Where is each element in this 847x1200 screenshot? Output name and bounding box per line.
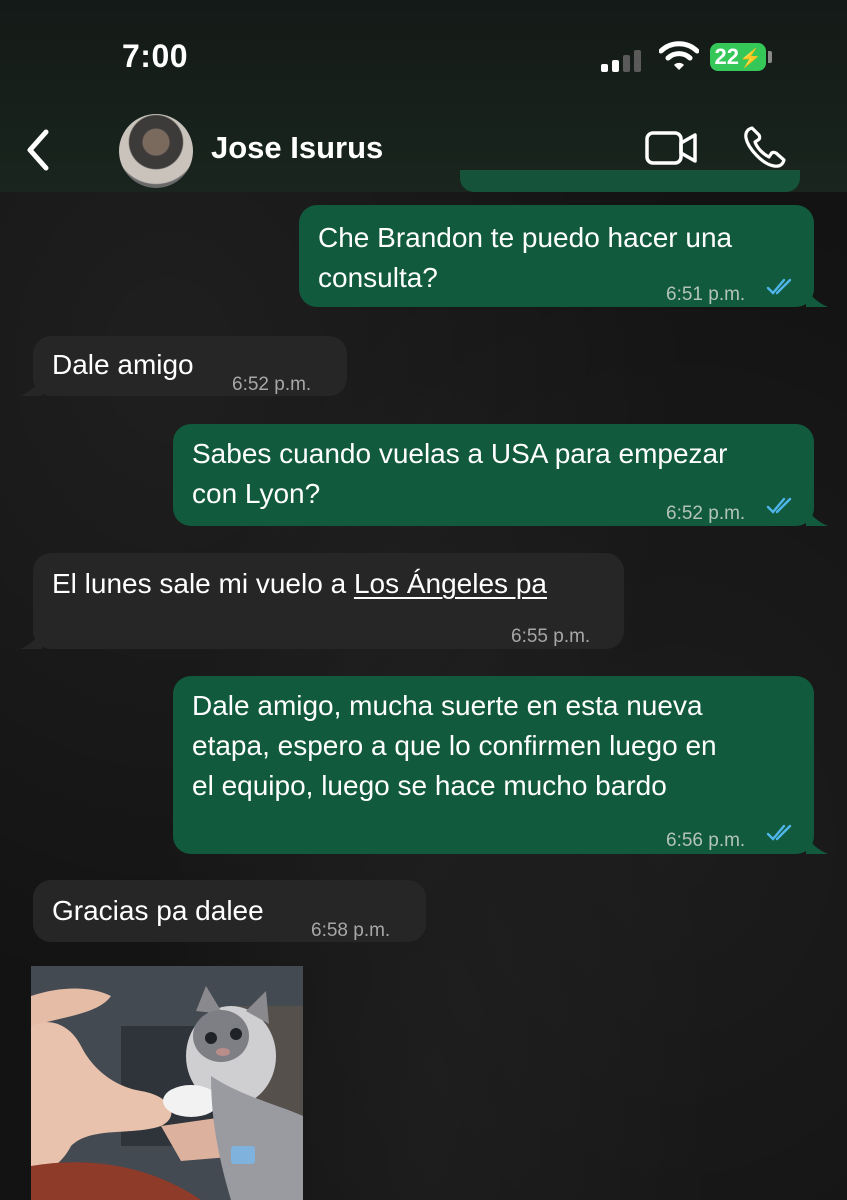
message-text: Sabes cuando vuelas a USA para empezar [192,438,728,469]
avatar[interactable] [119,114,193,188]
message-bubble-outgoing[interactable]: Dale amigo, mucha suerte en esta nueva e… [173,676,814,854]
phone-icon[interactable] [742,124,788,170]
wifi-icon [659,41,699,70]
message-bubble-outgoing[interactable]: Sabes cuando vuelas a USA para empezar c… [173,424,814,526]
message-text: con Lyon? [192,478,321,509]
battery-level: 22 [714,44,740,69]
double-check-icon [766,497,792,514]
message-time: 6:55 p.m. [511,626,591,647]
double-check-icon [766,824,792,841]
message-time: 6:52 p.m. [666,503,746,524]
bubble-tail [806,836,828,854]
message-text: etapa, espero a que lo confirmen luego e… [192,730,717,761]
message-time: 6:51 p.m. [666,284,746,305]
message-text-prefix: El lunes sale mi vuelo a [52,568,354,599]
message-text: el equipo, luego se hace mucho bardo [192,770,667,801]
bubble-tail [20,378,42,396]
image-message[interactable] [31,966,303,1200]
contact-name[interactable]: Jose Isurus [211,130,383,166]
message-text: Gracias pa dalee [52,895,264,926]
location-link[interactable]: Los Ángeles pa [354,568,547,599]
message-text: Dale amigo [52,349,194,380]
double-check-icon [766,278,792,295]
message-bubble-incoming[interactable]: Gracias pa dalee 6:58 p.m. [33,880,426,942]
bubble-tail [20,631,42,649]
status-time: 7:00 [122,38,189,74]
message-time: 6:58 p.m. [311,920,391,941]
video-call-icon[interactable] [645,128,697,168]
message-time: 6:56 p.m. [666,830,746,851]
message-bubble-outgoing[interactable]: Che Brandon te puedo hacer una consulta?… [299,205,814,307]
message-text: consulta? [318,262,438,293]
message-bubble-incoming[interactable]: El lunes sale mi vuelo a Los Ángeles pa … [33,553,624,649]
bubble-tail [806,289,828,307]
bubble-tail [806,508,828,526]
message-text: Che Brandon te puedo hacer una [318,222,733,253]
message-time: 6:52 p.m. [232,374,312,395]
charging-icon: ⚡ [739,48,762,68]
previous-message-bubble [460,170,800,192]
signal-icon [601,50,641,72]
battery-indicator: 22⚡ [710,43,766,71]
message-text: El lunes sale mi vuelo a Los Ángeles pa [52,564,547,604]
kitten-photo [31,966,303,1200]
message-bubble-incoming[interactable]: Dale amigo 6:52 p.m. [33,336,347,396]
message-text: Dale amigo, mucha suerte en esta nueva [192,690,703,721]
battery-cap [768,51,772,63]
back-icon[interactable] [22,128,58,172]
